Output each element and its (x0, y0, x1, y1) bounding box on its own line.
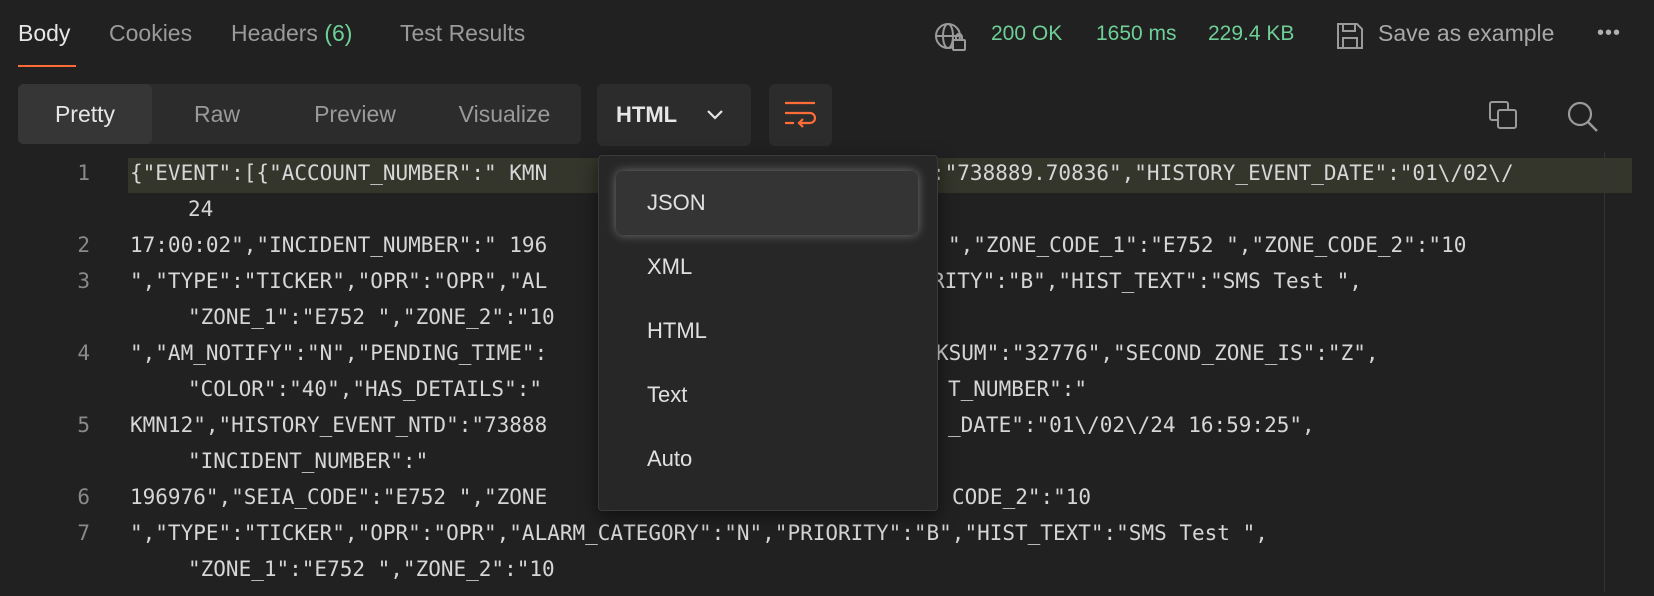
wrap-lines-button[interactable] (769, 84, 832, 146)
status-code[interactable]: 200 OK (991, 22, 1062, 46)
save-icon[interactable] (1334, 20, 1366, 57)
code-line: 196976","SEIA_CODE":"E752 ","ZONE (130, 485, 548, 509)
network-lock-icon[interactable] (933, 20, 969, 59)
response-size[interactable]: 229.4 KB (1208, 22, 1294, 46)
code-line-fragment: KSUM":"32776","SECOND_ZONE_IS":"Z", (936, 341, 1379, 365)
save-as-example-button[interactable]: Save as example (1378, 20, 1554, 47)
tab-body[interactable]: Body (18, 20, 70, 47)
code-line: KMN12","HISTORY_EVENT_NTD":"73888 (130, 413, 548, 437)
code-line: "ZONE_1":"E752 ","ZONE_2":"10 (188, 305, 555, 329)
code-line: "INCIDENT_NUMBER":" (188, 449, 429, 473)
line-number: 3 (77, 269, 90, 293)
code-line: "COLOR":"40","HAS_DETAILS":" (188, 377, 543, 401)
code-line: ","TYPE":"TICKER","OPR":"OPR","AL (130, 269, 548, 293)
active-tab-indicator (18, 65, 76, 67)
format-option-html[interactable]: HTML (599, 299, 937, 363)
mode-preview[interactable]: Preview (282, 84, 428, 144)
response-time[interactable]: 1650 ms (1096, 22, 1177, 46)
tab-cookies[interactable]: Cookies (109, 20, 192, 47)
search-icon[interactable] (1566, 100, 1600, 139)
code-line: ","AM_NOTIFY":"N","PENDING_TIME": (130, 341, 548, 365)
code-line: 24 (188, 197, 214, 221)
mode-pretty[interactable]: Pretty (18, 84, 152, 144)
line-number: 4 (77, 341, 90, 365)
code-line-fragment: _DATE":"01\/02\/24 16:59:25", (948, 413, 1315, 437)
copy-icon[interactable] (1488, 100, 1520, 137)
more-options-icon[interactable]: ••• (1597, 22, 1621, 45)
code-line-fragment: T_NUMBER":" (948, 377, 1088, 401)
code-line-fragment: ","ZONE_CODE_1":"E752 ","ZONE_CODE_2":"1… (948, 233, 1467, 257)
format-option-json[interactable]: JSON (616, 171, 918, 235)
mode-visualize[interactable]: Visualize (428, 84, 581, 144)
code-line-fragment: RITY":"B","HIST_TEXT":"SMS Test ", (932, 269, 1362, 293)
line-number: 1 (77, 161, 90, 185)
line-number: 6 (77, 485, 90, 509)
tab-test-results[interactable]: Test Results (400, 20, 525, 47)
tab-headers-label: Headers (231, 20, 318, 46)
format-select-value: HTML (616, 102, 678, 127)
code-line: "ZONE_1":"E752 ","ZONE_2":"10 (188, 557, 555, 581)
format-option-xml[interactable]: XML (599, 235, 937, 299)
code-line-fragment: :"738889.70836","HISTORY_EVENT_DATE":"01… (932, 161, 1514, 185)
editor-scroll-guide (1604, 152, 1605, 592)
mode-raw[interactable]: Raw (152, 84, 282, 144)
line-number: 5 (77, 413, 90, 437)
code-line: {"EVENT":[{"ACCOUNT_NUMBER":" KMN (130, 161, 548, 185)
format-option-auto[interactable]: Auto (599, 427, 937, 491)
response-tab-bar: Body Cookies Headers (6) Test Results 20… (0, 0, 1654, 70)
tab-headers[interactable]: Headers (6) (231, 20, 352, 47)
line-number: 2 (77, 233, 90, 257)
chevron-down-icon (705, 106, 725, 129)
format-option-text[interactable]: Text (599, 363, 937, 427)
wrap-lines-icon (784, 100, 818, 135)
code-line-fragment: CODE_2":"10 (952, 485, 1092, 509)
headers-count-badge: (6) (324, 20, 353, 46)
line-number: 7 (77, 521, 90, 545)
code-line: 17:00:02","INCIDENT_NUMBER":" 196 (130, 233, 548, 257)
format-dropdown-menu: JSON XML HTML Text Auto (598, 155, 938, 511)
format-select[interactable]: HTML (597, 84, 751, 146)
view-mode-selector: Pretty Raw Preview Visualize (18, 84, 581, 144)
code-line: ","TYPE":"TICKER","OPR":"OPR","ALARM_CAT… (130, 521, 1268, 545)
